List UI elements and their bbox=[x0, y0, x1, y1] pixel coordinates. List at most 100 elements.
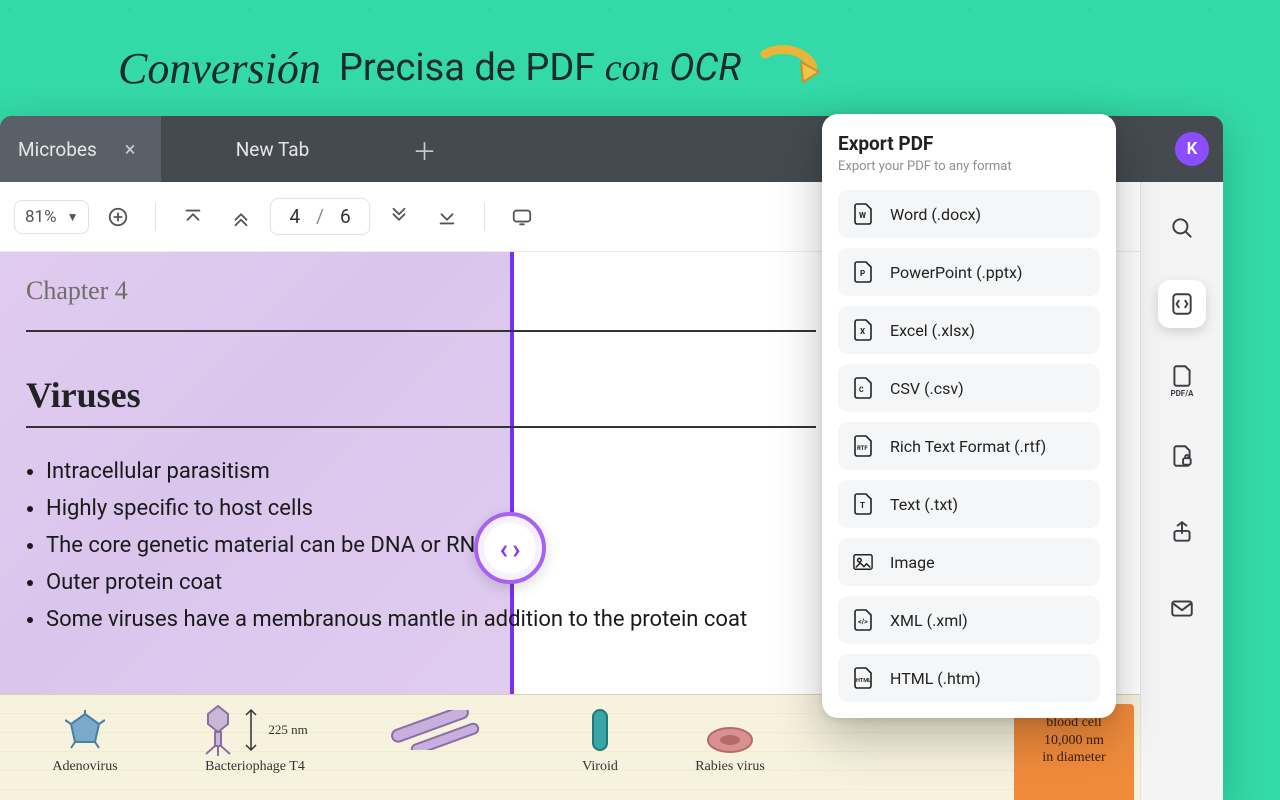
export-option-csv[interactable]: C CSV (.csv) bbox=[838, 364, 1100, 412]
viroid-icon bbox=[583, 706, 617, 754]
presentation-button[interactable] bbox=[503, 198, 541, 236]
page-current: 4 bbox=[289, 205, 300, 228]
page-indicator[interactable]: 4 / 6 bbox=[270, 198, 369, 235]
separator bbox=[484, 203, 485, 231]
export-option-powerpoint[interactable]: P PowerPoint (.pptx) bbox=[838, 248, 1100, 296]
page-total: 6 bbox=[340, 205, 351, 228]
page-sep: / bbox=[316, 205, 324, 228]
zoom-dropdown[interactable]: 81% ▼ bbox=[14, 200, 89, 234]
file-lock-icon bbox=[1169, 443, 1195, 469]
chevron-right-icon: › bbox=[512, 532, 520, 565]
note-line: 10,000 nm bbox=[1022, 732, 1126, 750]
virus-label: Bacteriophage T4 bbox=[170, 759, 340, 775]
size-label: 225 nm bbox=[268, 722, 307, 738]
next-page-button[interactable] bbox=[380, 198, 418, 236]
share-icon bbox=[1169, 519, 1195, 545]
bacteriophage-icon bbox=[202, 704, 234, 756]
file-icon bbox=[1169, 363, 1195, 389]
first-page-button[interactable] bbox=[174, 198, 212, 236]
rabies-icon bbox=[700, 706, 760, 754]
excel-file-icon: X bbox=[852, 319, 874, 341]
protect-button[interactable] bbox=[1158, 432, 1206, 480]
tab-microbes[interactable]: Microbes × bbox=[0, 116, 161, 182]
convert-button[interactable] bbox=[1158, 280, 1206, 328]
adenovirus-icon bbox=[65, 710, 105, 750]
compare-slider-handle[interactable]: ‹ › bbox=[474, 512, 546, 584]
export-option-html[interactable]: HTML HTML (.htm) bbox=[838, 654, 1100, 702]
size-arrow-icon bbox=[242, 708, 260, 752]
export-pdf-popover: Export PDF Export your PDF to any format… bbox=[822, 114, 1116, 718]
svg-text:RTF: RTF bbox=[857, 445, 868, 452]
svg-text:P: P bbox=[860, 269, 865, 278]
list-item: Highly specific to host cells bbox=[46, 491, 816, 528]
export-option-rtf[interactable]: RTF Rich Text Format (.rtf) bbox=[838, 422, 1100, 470]
virus-adenovirus: Adenovirus bbox=[0, 695, 170, 775]
export-option-word[interactable]: W Word (.docx) bbox=[838, 190, 1100, 238]
zoom-in-button[interactable] bbox=[99, 198, 137, 236]
svg-text:X: X bbox=[860, 327, 865, 336]
svg-text:</>: </> bbox=[858, 618, 868, 626]
word-file-icon: W bbox=[852, 203, 874, 225]
list-item: Outer protein coat bbox=[46, 565, 816, 602]
rod-virus-icon bbox=[380, 710, 500, 750]
chevron-left-icon: ‹ bbox=[499, 532, 508, 565]
export-option-excel[interactable]: X Excel (.xlsx) bbox=[838, 306, 1100, 354]
svg-text:C: C bbox=[859, 386, 864, 394]
tab-label: New Tab bbox=[236, 138, 310, 161]
close-icon[interactable]: × bbox=[125, 137, 136, 161]
chevrons-down-bar-icon bbox=[436, 206, 458, 228]
tab-new[interactable]: New Tab bbox=[161, 116, 391, 182]
last-page-button[interactable] bbox=[428, 198, 466, 236]
option-label: XML (.xml) bbox=[890, 611, 968, 630]
xml-file-icon: </> bbox=[852, 609, 874, 631]
prev-page-button[interactable] bbox=[222, 198, 260, 236]
virus-label: Rabies virus bbox=[660, 759, 800, 775]
right-side-rail: PDF/A bbox=[1140, 182, 1223, 800]
virus-label: Viroid bbox=[540, 759, 660, 775]
headline-word-3: con bbox=[605, 47, 660, 89]
plus-circle-icon bbox=[107, 206, 129, 228]
rule bbox=[26, 330, 816, 332]
headline-word-4: OCR bbox=[669, 46, 741, 90]
search-button[interactable] bbox=[1158, 204, 1206, 252]
svg-text:W: W bbox=[859, 211, 866, 220]
option-label: Rich Text Format (.rtf) bbox=[890, 437, 1046, 456]
csv-file-icon: C bbox=[852, 377, 874, 399]
export-option-image[interactable]: Image bbox=[838, 538, 1100, 586]
option-label: CSV (.csv) bbox=[890, 379, 964, 398]
option-label: Excel (.xlsx) bbox=[890, 321, 975, 340]
mail-button[interactable] bbox=[1158, 584, 1206, 632]
presentation-icon bbox=[511, 206, 533, 228]
blood-cell-note: blood cell 10,000 nm in diameter bbox=[1014, 704, 1134, 800]
avatar[interactable]: K bbox=[1175, 132, 1209, 166]
headline-word-1: Conversión bbox=[118, 43, 321, 94]
curved-arrow-icon bbox=[759, 42, 829, 94]
list-item: The core genetic material can be DNA or … bbox=[46, 528, 816, 565]
virus-rabies: Rabies virus bbox=[660, 695, 800, 775]
mail-icon bbox=[1169, 595, 1195, 621]
option-label: PowerPoint (.pptx) bbox=[890, 263, 1023, 282]
zoom-value: 81% bbox=[25, 207, 57, 227]
option-label: Text (.txt) bbox=[890, 495, 958, 514]
share-button[interactable] bbox=[1158, 508, 1206, 556]
virus-misc bbox=[340, 695, 540, 759]
export-option-xml[interactable]: </> XML (.xml) bbox=[838, 596, 1100, 644]
list-item: Intracellular parasitism bbox=[46, 454, 816, 491]
export-option-text[interactable]: T Text (.txt) bbox=[838, 480, 1100, 528]
avatar-letter: K bbox=[1187, 139, 1198, 159]
new-tab-button[interactable]: ＋ bbox=[391, 116, 457, 182]
chevrons-up-bar-icon bbox=[182, 206, 204, 228]
note-line: in diameter bbox=[1022, 749, 1126, 767]
option-label: Image bbox=[890, 553, 935, 572]
popover-title: Export PDF bbox=[838, 132, 1100, 155]
bullet-list: Intracellular parasitism Highly specific… bbox=[26, 454, 816, 639]
option-label: HTML (.htm) bbox=[890, 669, 981, 688]
pdfa-button[interactable]: PDF/A bbox=[1158, 356, 1206, 404]
popover-subtitle: Export your PDF to any format bbox=[838, 159, 1100, 174]
search-icon bbox=[1169, 215, 1195, 241]
virus-viroid: Viroid bbox=[540, 695, 660, 775]
text-file-icon: T bbox=[852, 493, 874, 515]
convert-icon bbox=[1169, 291, 1195, 317]
option-label: Word (.docx) bbox=[890, 205, 981, 224]
chevrons-up-icon bbox=[230, 206, 252, 228]
